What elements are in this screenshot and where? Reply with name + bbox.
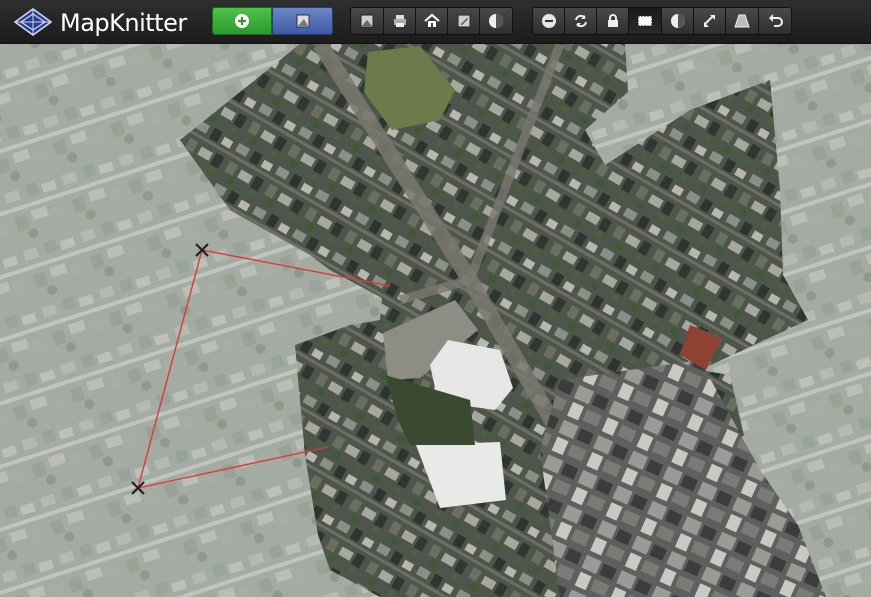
edit-image-button[interactable] bbox=[447, 7, 480, 35]
rotate-button[interactable] bbox=[564, 7, 597, 35]
delete-button[interactable] bbox=[532, 7, 565, 35]
add-image-button[interactable] bbox=[212, 7, 272, 35]
undo-button[interactable] bbox=[758, 7, 792, 35]
print-button[interactable] bbox=[383, 7, 416, 35]
minus-circle-icon bbox=[541, 14, 556, 28]
lock-icon bbox=[607, 14, 618, 27]
toolbar: MapKnitter bbox=[0, 0, 871, 44]
image-pencil-icon bbox=[457, 14, 470, 28]
outline-button[interactable] bbox=[628, 7, 662, 35]
toggle-images-button[interactable] bbox=[350, 7, 384, 35]
app-title: MapKnitter bbox=[60, 9, 187, 37]
dashed-rect-icon bbox=[637, 15, 653, 27]
home-button[interactable] bbox=[415, 7, 448, 35]
rotate-arrows-icon bbox=[574, 14, 587, 28]
home-icon bbox=[423, 13, 440, 27]
printer-icon bbox=[393, 15, 406, 27]
mapknitter-logo-icon bbox=[13, 8, 53, 36]
distort-button[interactable] bbox=[693, 7, 726, 35]
plus-circle-icon bbox=[235, 14, 249, 28]
lock-button[interactable] bbox=[596, 7, 629, 35]
opacity-button[interactable] bbox=[661, 7, 694, 35]
undo-icon bbox=[769, 14, 783, 27]
distort-arrows-icon bbox=[703, 15, 715, 27]
transparency-button[interactable] bbox=[479, 7, 513, 35]
half-circle-icon bbox=[670, 14, 685, 28]
half-circle-icon bbox=[489, 14, 503, 28]
image-mode-button[interactable] bbox=[272, 7, 333, 35]
image-icon bbox=[360, 14, 374, 28]
map-canvas[interactable] bbox=[0, 44, 871, 597]
perspective-button[interactable] bbox=[725, 7, 759, 35]
trapezoid-icon bbox=[734, 14, 750, 28]
image-distort-icon bbox=[296, 14, 309, 28]
